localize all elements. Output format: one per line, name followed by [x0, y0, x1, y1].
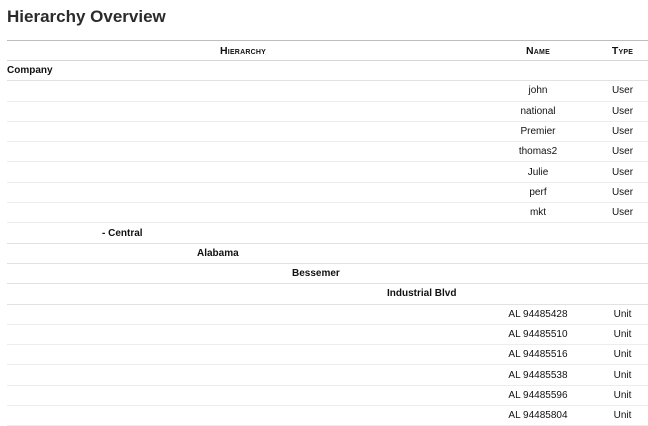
type-cell: User: [611, 207, 634, 219]
table-row[interactable]: AL 94485516 Unit: [7, 345, 648, 365]
hierarchy-group-row[interactable]: Bessemer: [7, 263, 648, 284]
name-cell: thomas2: [518, 146, 558, 158]
table-row[interactable]: AL 94485596 Unit: [7, 385, 648, 406]
type-cell: User: [611, 85, 634, 97]
type-cell: Unit: [613, 369, 632, 381]
name-cell: mkt: [529, 207, 547, 219]
type-cell: Unit: [613, 349, 632, 361]
hierarchy-node-label: Industrial Blvd: [387, 288, 457, 300]
name-cell: AL 94485538: [508, 369, 568, 381]
name-cell: AL 94485596: [508, 389, 568, 401]
table-row[interactable]: john User: [7, 81, 648, 102]
hierarchy-node-label: Company: [7, 65, 53, 77]
hierarchy-node-label: Alabama: [197, 247, 239, 259]
hierarchy-cell: [7, 365, 479, 385]
hierarchy-group-row[interactable]: Alabama: [7, 243, 648, 264]
hierarchy-node-label: Bessemer: [292, 268, 340, 280]
name-cell: Julie: [527, 166, 549, 178]
name-cell: perf: [529, 186, 547, 198]
hierarchy-cell: [7, 324, 479, 344]
hierarchy-cell: [7, 142, 479, 162]
hierarchy-cell: [7, 304, 479, 324]
name-cell: Premier: [520, 126, 556, 138]
name-cell: AL 94485804: [508, 410, 568, 422]
name-cell: AL 94485516: [508, 349, 568, 361]
hierarchy-group-row[interactable]: Industrial Blvd: [7, 284, 648, 305]
type-cell: Unit: [613, 389, 632, 401]
type-cell: User: [611, 126, 634, 138]
column-header-hierarchy[interactable]: Hierarchy: [7, 41, 479, 61]
table-row[interactable]: AL 94485428 Unit: [7, 304, 648, 325]
name-cell: AL 94485428: [508, 308, 568, 320]
hierarchy-table: Hierarchy Name Type Company john User natio…: [7, 40, 648, 426]
table-row[interactable]: national User: [7, 101, 648, 122]
type-cell: Unit: [613, 329, 632, 340]
column-header-type[interactable]: Type: [597, 41, 648, 61]
name-cell: national: [520, 105, 556, 117]
hierarchy-group-row[interactable]: - Central: [7, 223, 648, 244]
hierarchy-cell: [7, 182, 479, 202]
table-row[interactable]: thomas2 User: [7, 142, 648, 162]
table-row[interactable]: perf User: [7, 182, 648, 203]
table-row[interactable]: mkt User: [7, 203, 648, 223]
table-row[interactable]: AL 94485538 Unit: [7, 365, 648, 386]
name-cell: AL 94485510: [508, 329, 568, 340]
name-cell: john: [528, 85, 548, 97]
table-body: Company john User national User Premier User th…: [7, 61, 648, 426]
table-row[interactable]: Julie User: [7, 162, 648, 183]
type-cell: User: [611, 186, 634, 198]
column-header-name[interactable]: Name: [479, 41, 597, 61]
hierarchy-cell: [7, 121, 479, 141]
hierarchy-cell: [7, 203, 479, 223]
hierarchy-group-row[interactable]: Company: [7, 61, 648, 81]
hierarchy-cell: [7, 81, 479, 101]
hierarchy-cell: [7, 345, 479, 365]
type-cell: User: [611, 146, 634, 158]
type-cell: Unit: [613, 308, 632, 320]
type-cell: Unit: [613, 410, 632, 422]
hierarchy-node-label: - Central: [102, 227, 143, 239]
hierarchy-cell: [7, 385, 479, 405]
hierarchy-cell: [7, 406, 479, 426]
type-cell: User: [611, 166, 634, 178]
type-cell: User: [611, 105, 634, 117]
table-row[interactable]: AL 94485510 Unit: [7, 324, 648, 345]
page-title: Hierarchy Overview: [7, 7, 166, 26]
table-row[interactable]: AL 94485804 Unit: [7, 406, 648, 426]
hierarchy-cell: [7, 162, 479, 182]
table-row[interactable]: Premier User: [7, 121, 648, 142]
hierarchy-cell: [7, 101, 479, 121]
table-header-row: Hierarchy Name Type: [7, 40, 648, 61]
